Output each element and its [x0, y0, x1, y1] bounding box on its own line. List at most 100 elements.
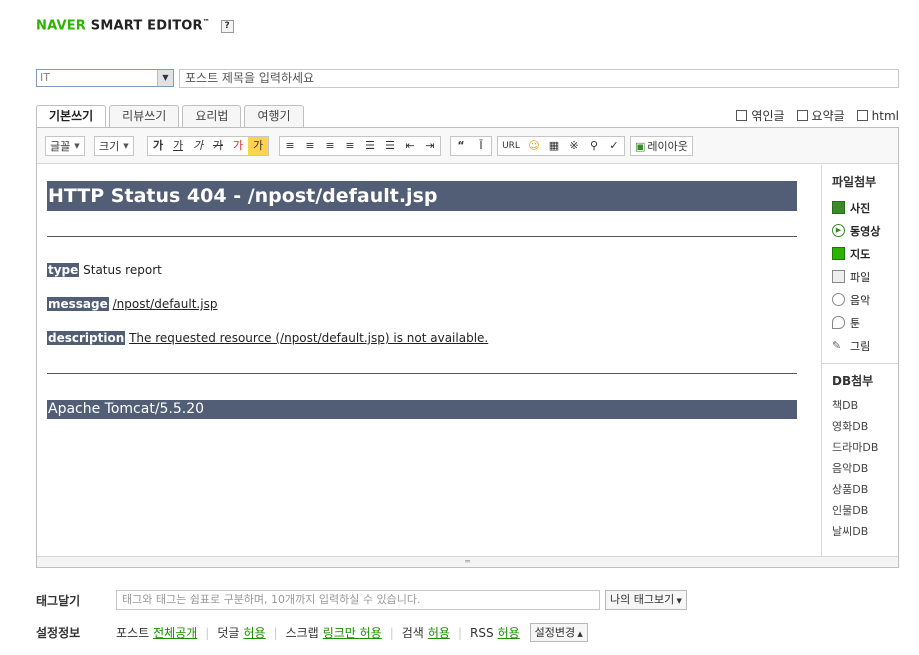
- tag-row: 태그달기 태그와 태그는 쉼표로 구분하며, 10개까지 입력하실 수 있습니다…: [36, 590, 687, 610]
- attach-toon[interactable]: 툰: [822, 311, 898, 334]
- attach-file[interactable]: 파일: [822, 265, 898, 288]
- caret-up-icon: ▲: [575, 630, 583, 638]
- underline-button[interactable]: 가: [168, 137, 188, 155]
- chevron-down-icon[interactable]: ▼: [157, 70, 173, 86]
- divider: |: [205, 625, 210, 640]
- description-line: description The requested resource (/npo…: [47, 331, 488, 345]
- tag-input[interactable]: 태그와 태그는 쉼표로 구분하며, 10개까지 입력하실 수 있습니다.: [116, 590, 600, 610]
- url-button[interactable]: URL: [498, 137, 524, 155]
- search-value[interactable]: 허용: [428, 624, 450, 641]
- my-tags-button[interactable]: 나의 태그보기 ▼: [605, 590, 687, 610]
- file-icon: [832, 270, 845, 283]
- font-color-button[interactable]: 가: [228, 137, 248, 155]
- bold-button[interactable]: 가: [148, 137, 168, 155]
- outdent-icon[interactable]: ⇤: [400, 137, 420, 155]
- map-icon: [832, 247, 845, 260]
- db-drama[interactable]: 드라마DB: [822, 437, 898, 458]
- db-person[interactable]: 인물DB: [822, 500, 898, 521]
- db-music[interactable]: 음악DB: [822, 458, 898, 479]
- caret-icon: ▼: [123, 142, 129, 150]
- align-right-icon[interactable]: ≡: [320, 137, 340, 155]
- type-value: Status report: [83, 263, 162, 277]
- insert-group: URL ☺ ▦ ※ ⚲ ✓: [497, 136, 625, 156]
- scrap-value[interactable]: 링크만 허용: [323, 624, 382, 641]
- db-weather[interactable]: 날씨DB: [822, 521, 898, 542]
- option-html[interactable]: html: [856, 107, 899, 124]
- checkbox[interactable]: [736, 110, 748, 121]
- description-value: The requested resource (/npost/default.j…: [129, 331, 489, 345]
- text-style-group: 가 가 가 가 가 가: [147, 136, 269, 156]
- divider: |: [457, 625, 462, 640]
- db-book[interactable]: 책DB: [822, 395, 898, 416]
- db-title: DB첨부: [832, 374, 874, 388]
- type-label: type: [47, 263, 80, 277]
- quote-group: “ Ī: [450, 136, 492, 156]
- align-justify-icon[interactable]: ≡: [340, 137, 360, 155]
- divider: [47, 373, 797, 374]
- italic-button[interactable]: 가: [188, 137, 208, 155]
- post-options: 엮인글 요약글 html: [736, 107, 899, 124]
- tab-review[interactable]: 리뷰쓰기: [109, 105, 180, 127]
- caret-icon: ▼: [74, 142, 80, 150]
- post-visibility-value[interactable]: 전체공개: [153, 624, 197, 641]
- post-title-input[interactable]: 포스트 제목을 입력하세요: [179, 69, 899, 88]
- option-summary[interactable]: 요약글: [796, 107, 845, 124]
- settings-label: 설정정보: [36, 626, 81, 640]
- description-label: description: [47, 331, 126, 345]
- comment-value[interactable]: 허용: [243, 624, 265, 641]
- search-label: 검색: [401, 626, 424, 640]
- attach-map[interactable]: 지도: [822, 242, 898, 265]
- scrap-label: 스크랩: [285, 626, 319, 640]
- attach-photo[interactable]: 사진: [822, 196, 898, 219]
- layout-button[interactable]: ▣ 레이아웃: [630, 136, 693, 156]
- bullet-list-icon[interactable]: ☰: [380, 137, 400, 155]
- db-product[interactable]: 상품DB: [822, 479, 898, 500]
- help-icon[interactable]: ?: [220, 20, 234, 34]
- indent-icon[interactable]: ⇥: [420, 137, 440, 155]
- attach-title: 파일첨부: [832, 175, 877, 189]
- tag-label: 태그달기: [36, 593, 81, 608]
- align-left-icon[interactable]: ≡: [280, 137, 300, 155]
- quote-icon[interactable]: “: [451, 137, 471, 155]
- size-select[interactable]: 크기 ▼: [94, 136, 134, 156]
- tab-travel[interactable]: 여행기: [244, 105, 304, 127]
- editor-content[interactable]: HTTP Status 404 - /npost/default.jsp typ…: [37, 165, 823, 557]
- align-center-icon[interactable]: ≡: [300, 137, 320, 155]
- line-height-icon[interactable]: Ī: [471, 137, 491, 155]
- divider: |: [389, 625, 394, 640]
- special-char-icon[interactable]: ※: [564, 137, 584, 155]
- spellcheck-icon[interactable]: ✓: [604, 137, 624, 155]
- font-select[interactable]: 글꼴 ▼: [45, 136, 85, 156]
- tab-basic[interactable]: 기본쓰기: [36, 105, 107, 128]
- layout-icon: ▣: [635, 139, 646, 153]
- strike-button[interactable]: 가: [208, 137, 228, 155]
- editor-toolbar: 글꼴 ▼ 크기 ▼ 가 가 가 가 가 가 ≡ ≡ ≡ ≡ ☰ ☰ ⇤ ⇥ “ Ī …: [37, 128, 898, 164]
- photo-icon: [832, 201, 845, 214]
- error-heading: HTTP Status 404 - /npost/default.jsp: [47, 181, 797, 211]
- attach-video[interactable]: ▶ 동영상: [822, 219, 898, 242]
- category-select[interactable]: IT ▼: [36, 69, 174, 87]
- checkbox[interactable]: [796, 110, 808, 121]
- video-icon: ▶: [832, 224, 845, 237]
- tab-recipe[interactable]: 요리법: [182, 105, 242, 127]
- write-mode-tabs: 기본쓰기 리뷰쓰기 요리법 여행기: [36, 105, 307, 128]
- emoticon-icon[interactable]: ☺: [524, 137, 544, 155]
- bg-color-button[interactable]: 가: [248, 137, 268, 155]
- align-group: ≡ ≡ ≡ ≡ ☰ ☰ ⇤ ⇥: [279, 136, 441, 156]
- resize-handle[interactable]: ═: [37, 556, 898, 567]
- comment-label: 덧글: [217, 626, 240, 640]
- attach-sidebar: 파일첨부 사진 ▶ 동영상 지도 파일 음악 툰 ✎ 그림 DB첨부 책DB 영…: [821, 165, 898, 557]
- rss-value[interactable]: 허용: [498, 624, 520, 641]
- checkbox[interactable]: [856, 110, 868, 121]
- db-movie[interactable]: 영화DB: [822, 416, 898, 437]
- numbered-list-icon[interactable]: ☰: [360, 137, 380, 155]
- divider: |: [273, 625, 278, 640]
- attach-music[interactable]: 음악: [822, 288, 898, 311]
- table-icon[interactable]: ▦: [544, 137, 564, 155]
- change-settings-button[interactable]: 설정변경 ▲: [529, 623, 588, 642]
- attach-draw[interactable]: ✎ 그림: [822, 334, 898, 357]
- message-label: message: [47, 297, 109, 311]
- search-icon[interactable]: ⚲: [584, 137, 604, 155]
- option-trackback[interactable]: 엮인글: [736, 107, 785, 124]
- server-footer: Apache Tomcat/5.5.20: [47, 400, 797, 419]
